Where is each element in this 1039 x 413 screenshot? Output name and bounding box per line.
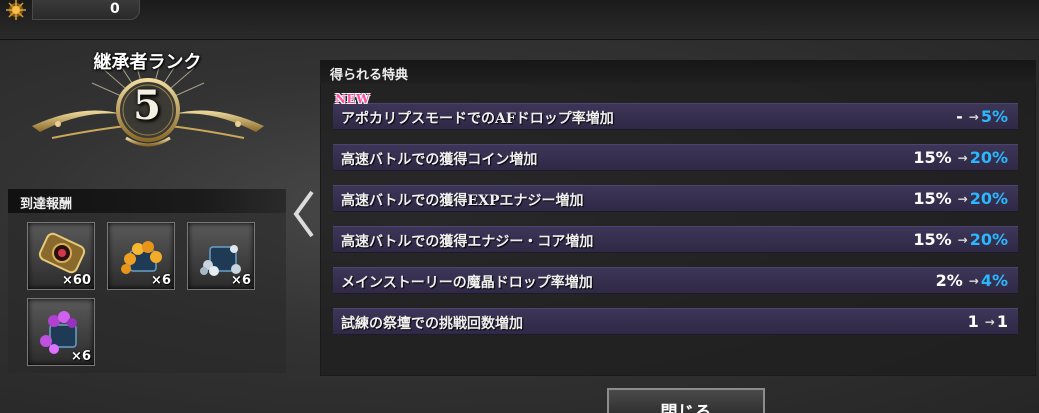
reward-item[interactable]: ×60 <box>27 222 95 290</box>
benefit-values: 15% → 20% <box>913 148 1008 167</box>
rank-number: 5 <box>133 82 161 129</box>
benefit-label: メインストーリーの魔晶ドロップ率増加 <box>341 275 593 291</box>
benefit-value-to: 1 <box>996 312 1008 331</box>
currency-display <box>32 0 140 20</box>
gold-ring-token-icon <box>38 232 86 274</box>
benefit-value-from: 15% <box>913 189 952 208</box>
benefit-row: 試練の祭壇での挑戦回数増加 1 → 1 <box>333 308 1018 335</box>
close-button[interactable]: 閉じる <box>607 388 765 413</box>
benefit-values: 15% → 20% <box>913 230 1008 249</box>
reward-item[interactable]: ×6 <box>187 222 255 290</box>
benefit-label: 試練の祭壇での挑戦回数増加 <box>341 316 523 332</box>
benefit-value-from: 15% <box>913 230 952 249</box>
arrow-right-icon: → <box>957 150 968 165</box>
benefit-value-to: 5% <box>980 107 1008 126</box>
arrow-right-icon: → <box>968 273 979 288</box>
benefit-values: - → 5% <box>956 107 1008 126</box>
benefit-row: アポカリプスモードでのAFドロップ率増加 - → 5% <box>333 103 1018 130</box>
benefit-label: 高速バトルでの獲得EXPエナジー増加 <box>341 193 584 209</box>
arrow-right-icon: → <box>957 232 968 247</box>
benefit-label: 高速バトルでの獲得コイン増加 <box>341 152 538 168</box>
benefit-row: 高速バトルでの獲得EXPエナジー増加 15% → 20% <box>333 185 1018 212</box>
benefit-value-to: 20% <box>969 189 1008 208</box>
rewards-header: 到達報酬 <box>8 189 286 213</box>
reward-quantity: ×6 <box>231 273 251 288</box>
benefit-row: 高速バトルでの獲得コイン増加 15% → 20% <box>333 144 1018 171</box>
benefit-value-to: 20% <box>969 148 1008 167</box>
reward-item[interactable]: ×6 <box>27 298 95 366</box>
reward-item[interactable]: ×6 <box>107 222 175 290</box>
benefit-value-from: - <box>956 107 963 126</box>
benefit-label: アポカリプスモードでのAFドロップ率増加 <box>341 111 614 127</box>
arrow-right-icon: → <box>984 314 995 329</box>
benefit-values: 2% → 4% <box>936 271 1008 290</box>
reward-quantity: ×60 <box>62 273 91 288</box>
benefit-value-from: 2% <box>935 271 963 290</box>
arrow-right-icon: → <box>968 109 979 124</box>
benefit-label: 高速バトルでの獲得エナジー・コア増加 <box>341 234 594 250</box>
benefit-value-to: 4% <box>980 271 1008 290</box>
reward-quantity: ×6 <box>71 349 91 364</box>
reward-quantity: ×6 <box>151 273 171 288</box>
benefit-row: メインストーリーの魔晶ドロップ率増加 2% → 4% <box>333 267 1018 294</box>
arrow-right-icon: → <box>957 191 968 206</box>
gold-crystal-chest-icon <box>121 241 162 274</box>
benefit-values: 1 → 1 <box>968 312 1008 331</box>
chevron-left-icon[interactable] <box>290 188 318 240</box>
benefit-value-from: 1 <box>967 312 979 331</box>
benefit-row: 高速バトルでの獲得エナジー・コア増加 15% → 20% <box>333 226 1018 253</box>
benefits-header: 得られる特典 <box>320 60 1036 84</box>
top-bar <box>0 0 1039 40</box>
rank-title: 継承者ランク <box>93 52 202 73</box>
benefit-value-to: 20% <box>969 230 1008 249</box>
benefit-values: 15% → 20% <box>913 189 1008 208</box>
purple-crystal-chest-icon <box>40 311 77 354</box>
new-badge: NEW <box>335 92 371 106</box>
currency-value: 0 <box>110 1 120 17</box>
benefit-value-from: 15% <box>913 148 952 167</box>
coin-sun-icon <box>6 0 26 20</box>
silver-crystal-chest-icon <box>200 245 241 276</box>
